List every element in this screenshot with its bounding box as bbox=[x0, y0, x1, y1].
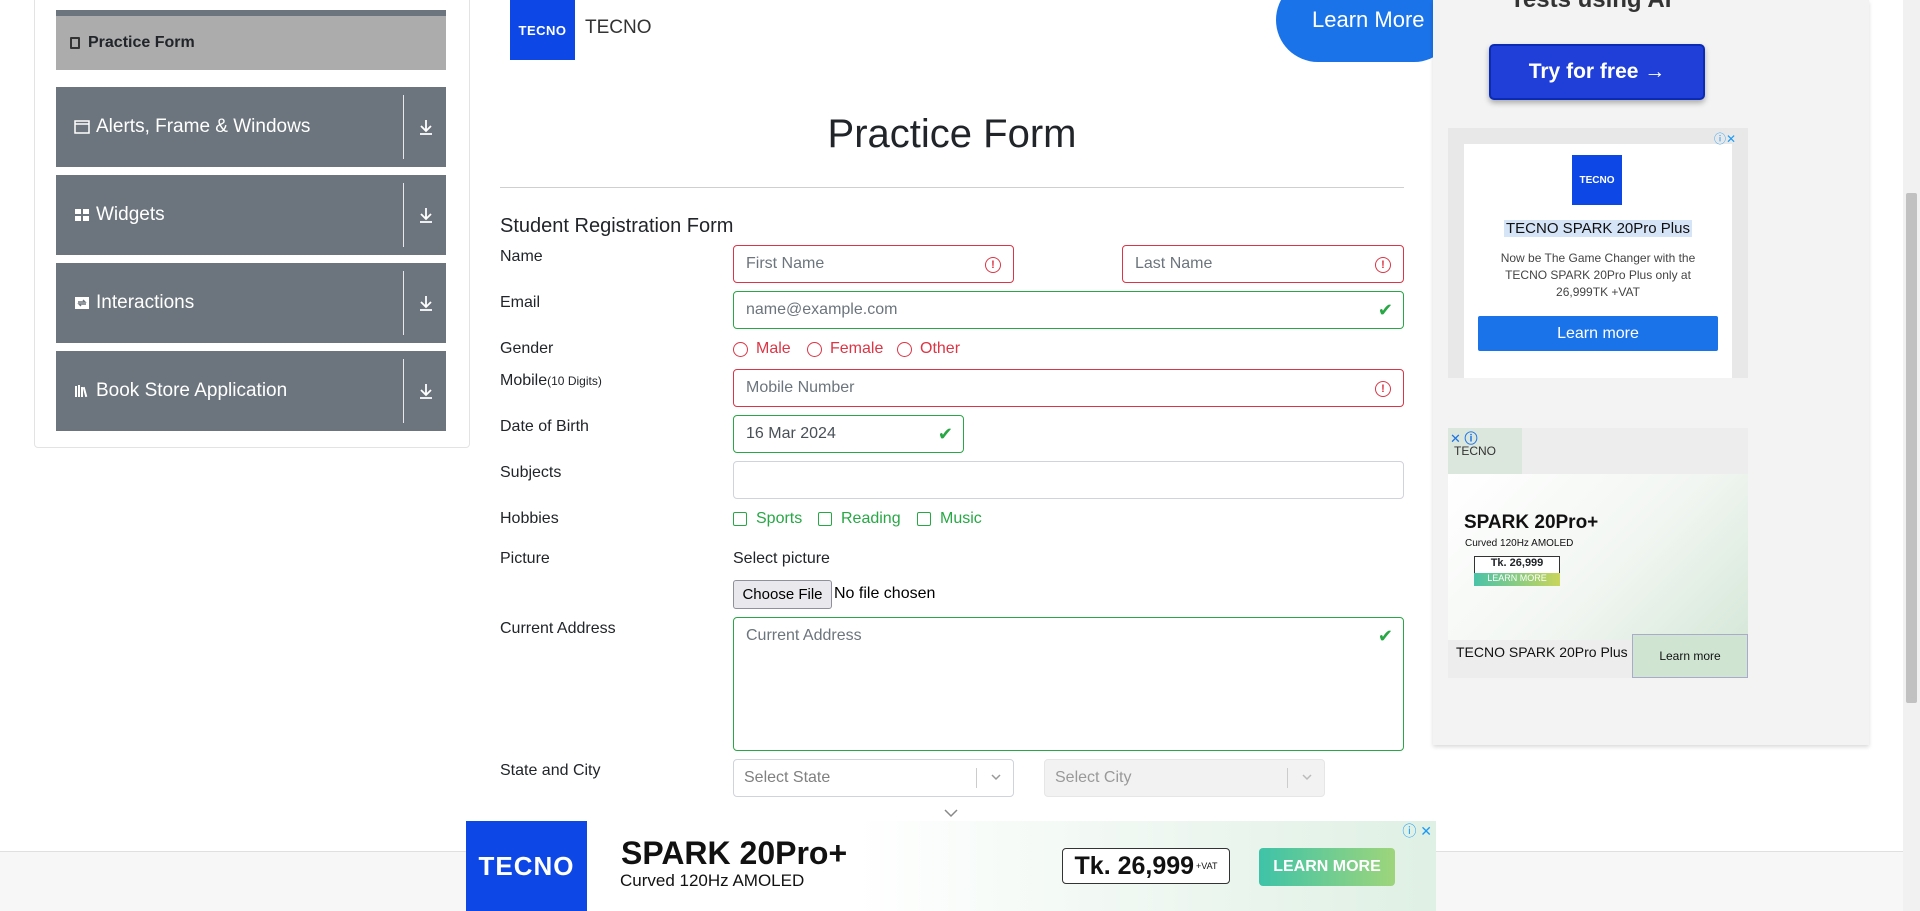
ad-description: Now be The Game Changer with the TECNO S… bbox=[1500, 251, 1696, 299]
state-city-label: State and City bbox=[500, 762, 601, 779]
select-picture-label: Select picture bbox=[733, 550, 830, 567]
error-icon: ! bbox=[985, 257, 1001, 273]
download-icon[interactable] bbox=[414, 379, 438, 403]
ad-headline: Tests using AI bbox=[1510, 0, 1671, 14]
hobby-checkbox-sports[interactable]: Sports bbox=[733, 510, 802, 528]
gender-label: Gender bbox=[500, 340, 554, 357]
banner-learn-more-button[interactable]: LEARN MORE bbox=[1259, 848, 1395, 886]
dob-label: Date of Birth bbox=[500, 418, 589, 435]
last-name-placeholder: Last Name bbox=[1135, 255, 1213, 272]
ad-subtitle: Curved 120Hz AMOLED bbox=[1465, 538, 1574, 549]
ad-footer-title: TECNO SPARK 20Pro Plus bbox=[1456, 644, 1628, 660]
sidebar-group-alerts[interactable]: Alerts, Frame & Windows bbox=[56, 87, 446, 167]
address-label: Current Address bbox=[500, 620, 616, 637]
top-ad-logo[interactable]: TECNO bbox=[510, 0, 575, 60]
form-heading: Student Registration Form bbox=[500, 215, 734, 237]
close-icon[interactable]: ✕ ⓘ bbox=[1450, 428, 1478, 447]
gender-radio-other[interactable]: Other bbox=[897, 340, 960, 358]
sidebar-group-label: Alerts, Frame & Windows bbox=[96, 116, 311, 137]
ad-info-icon[interactable]: ⓘ ✕ bbox=[1402, 821, 1432, 841]
bottom-ad-banner[interactable]: TECNO SPARK 20Pro+ Curved 120Hz AMOLED T… bbox=[466, 821, 1436, 911]
choose-file-button[interactable]: Choose File bbox=[733, 580, 832, 609]
name-label: Name bbox=[500, 248, 543, 265]
download-icon[interactable] bbox=[414, 291, 438, 315]
sidebar-item-label: Practice Form bbox=[88, 34, 195, 51]
mobile-label: Mobile(10 Digits) bbox=[500, 372, 602, 389]
divider bbox=[500, 187, 1404, 188]
subjects-label: Subjects bbox=[500, 464, 562, 481]
page-title: Practice Form bbox=[827, 112, 1077, 156]
check-icon: ✔ bbox=[937, 424, 953, 444]
state-select[interactable]: Select State bbox=[733, 759, 1014, 797]
dob-input[interactable]: 16 Mar 2024 ✔ bbox=[733, 415, 964, 453]
try-for-free-button[interactable]: Try for free → bbox=[1489, 44, 1705, 100]
mobile-input[interactable]: Mobile Number ! bbox=[733, 369, 1404, 407]
ad-info-icon[interactable]: ⓘ✕ bbox=[1714, 130, 1736, 147]
check-icon: ✔ bbox=[1377, 626, 1393, 646]
ad-logo: TECNO bbox=[1572, 155, 1622, 205]
interactions-icon bbox=[75, 297, 89, 309]
ad-model: SPARK 20Pro+ bbox=[1464, 512, 1599, 533]
mobile-placeholder: Mobile Number bbox=[746, 379, 855, 396]
picture-label: Picture bbox=[500, 550, 550, 567]
sidebar-group-book-store[interactable]: Book Store Application bbox=[56, 351, 446, 431]
email-input[interactable]: name@example.com ✔ bbox=[733, 291, 1404, 329]
ad-learn-more-badge: LEARN MORE bbox=[1474, 573, 1560, 586]
address-placeholder: Current Address bbox=[746, 627, 862, 644]
chevron-down-icon bbox=[991, 774, 1001, 781]
window-icon bbox=[74, 120, 90, 134]
top-ad-learn-more-button[interactable]: Learn More bbox=[1276, 0, 1456, 62]
widgets-icon bbox=[75, 209, 89, 221]
error-icon: ! bbox=[1375, 257, 1391, 273]
sidebar-item-practice-form[interactable]: Practice Form bbox=[56, 10, 446, 70]
gender-radio-male[interactable]: Male bbox=[733, 340, 791, 358]
hobby-checkbox-reading[interactable]: Reading bbox=[818, 510, 901, 528]
file-status: No file chosen bbox=[834, 585, 936, 602]
top-ad-brand[interactable]: TECNO bbox=[585, 17, 652, 39]
scrollbar-thumb[interactable] bbox=[1906, 193, 1917, 703]
address-textarea[interactable]: Current Address ✔ bbox=[733, 617, 1404, 751]
sidebar-group-label: Book Store Application bbox=[96, 380, 288, 401]
ad-tecno-spark-image[interactable]: TECNO ✕ ⓘ SPARK 20Pro+ Curved 120Hz AMOL… bbox=[1448, 428, 1748, 678]
chevron-down-icon[interactable] bbox=[944, 808, 958, 818]
sidebar-group-widgets[interactable]: Widgets bbox=[56, 175, 446, 255]
hobby-checkbox-music[interactable]: Music bbox=[917, 510, 982, 528]
banner-model: SPARK 20Pro+ bbox=[621, 835, 848, 871]
ad-learn-more-button[interactable]: Learn more bbox=[1478, 316, 1718, 351]
sidebar-group-interactions[interactable]: Interactions bbox=[56, 263, 446, 343]
email-placeholder: name@example.com bbox=[746, 301, 898, 318]
banner-logo: TECNO bbox=[466, 821, 587, 911]
first-name-placeholder: First Name bbox=[746, 255, 825, 272]
dob-value: 16 Mar 2024 bbox=[746, 425, 836, 442]
banner-subtitle: Curved 120Hz AMOLED bbox=[620, 871, 805, 890]
sidebar-group-label: Interactions bbox=[96, 292, 195, 313]
subjects-input[interactable] bbox=[733, 461, 1404, 499]
form-icon bbox=[70, 37, 80, 49]
sidebar-group-label: Widgets bbox=[96, 204, 165, 225]
banner-price: Tk. 26,999 +VAT bbox=[1062, 848, 1230, 884]
last-name-input[interactable]: Last Name ! bbox=[1122, 245, 1404, 283]
email-label: Email bbox=[500, 294, 541, 311]
ad-tecno-spark-card[interactable]: ⓘ✕ TECNO TECNO SPARK 20Pro Plus Now be T… bbox=[1448, 128, 1748, 378]
check-icon: ✔ bbox=[1377, 300, 1393, 320]
ad-title[interactable]: TECNO SPARK 20Pro Plus bbox=[1504, 220, 1692, 237]
city-select[interactable]: Select City bbox=[1044, 759, 1325, 797]
ad-price: Tk. 26,999 bbox=[1474, 556, 1560, 574]
error-icon: ! bbox=[1375, 381, 1391, 397]
chevron-down-icon bbox=[1302, 774, 1312, 781]
books-icon bbox=[75, 385, 88, 398]
ad-footer-learn-more-button[interactable]: Learn more bbox=[1632, 634, 1748, 678]
hobbies-label: Hobbies bbox=[500, 510, 559, 527]
first-name-input[interactable]: First Name ! bbox=[733, 245, 1014, 283]
download-icon[interactable] bbox=[414, 203, 438, 227]
gender-radio-female[interactable]: Female bbox=[807, 340, 883, 358]
download-icon[interactable] bbox=[414, 115, 438, 139]
